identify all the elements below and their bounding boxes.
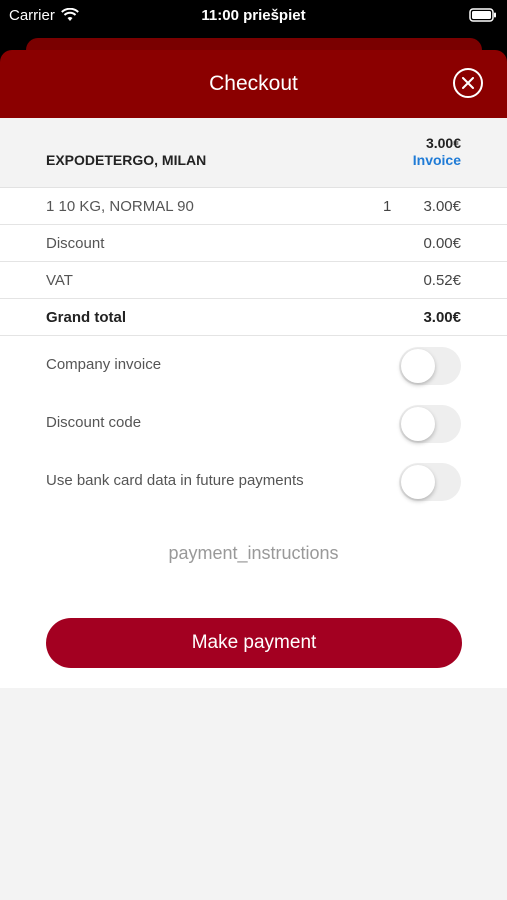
company-invoice-option: Company invoice [0,336,507,394]
vat-row: VAT 0.52€ [0,262,507,299]
item-label: 1 10 KG, NORMAL 90 [46,198,194,215]
payment-instructions: payment_instructions [168,543,339,563]
company-invoice-label: Company invoice [46,356,162,373]
discount-row: Discount 0.00€ [0,225,507,262]
discount-code-label: Discount code [46,414,142,431]
vat-label: VAT [46,272,73,289]
company-invoice-toggle[interactable] [399,347,461,385]
status-bar: Carrier 11:00 priešpiet [0,0,507,30]
save-card-toggle[interactable] [399,463,461,501]
save-card-label: Use bank card data in future payments [46,472,304,489]
checkout-header: Checkout [0,50,507,118]
merchant-amount: 3.00€ [425,135,461,151]
merchant-name: EXPODETERGO, MILAN [46,152,207,168]
save-card-option: Use bank card data in future payments [0,452,507,510]
screen: Carrier 11:00 priešpiet Checkout EXPODET… [0,0,507,900]
page-title: Checkout [209,72,298,95]
toggle-knob [401,349,435,383]
toggle-knob [401,465,435,499]
close-icon [462,77,474,89]
discount-code-option: Discount code [0,394,507,452]
vat-value: 0.52€ [423,272,461,289]
discount-value: 0.00€ [423,235,461,252]
checkout-content: EXPODETERGO, MILAN 3.00€ Invoice 1 10 KG… [0,118,507,688]
toggle-knob [401,407,435,441]
invoice-link[interactable]: Invoice [413,152,461,168]
discount-label: Discount [46,235,105,252]
grand-total-value: 3.00€ [423,309,461,326]
line-item: 1 10 KG, NORMAL 90 1 3.00€ [0,188,507,225]
merchant-summary: EXPODETERGO, MILAN 3.00€ Invoice [0,118,507,188]
item-price: 3.00€ [423,198,461,215]
grand-total-row: Grand total 3.00€ [0,299,507,336]
close-button[interactable] [453,68,483,98]
discount-code-toggle[interactable] [399,405,461,443]
grand-total-label: Grand total [46,309,127,326]
item-quantity: 1 [383,198,392,215]
make-payment-button[interactable]: Make payment [46,618,462,668]
status-time: 11:00 priešpiet [201,6,306,24]
